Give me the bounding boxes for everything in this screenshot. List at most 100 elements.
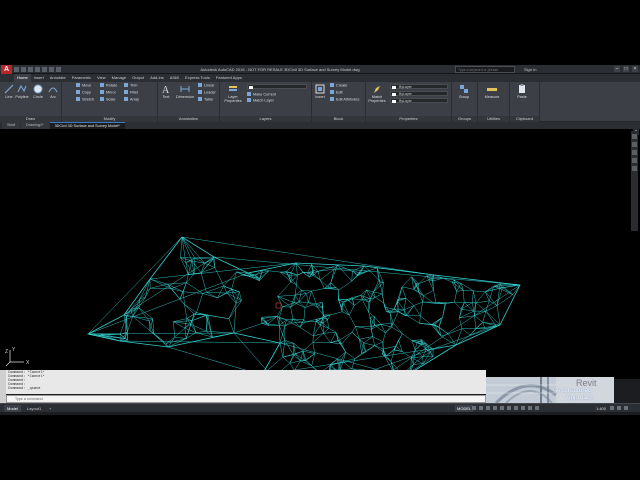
- open-icon[interactable]: [21, 67, 26, 72]
- layer-properties-icon: [229, 86, 237, 91]
- utilities-group: Measure Utilities: [478, 82, 510, 122]
- mesh-edge: [297, 272, 303, 276]
- tin-surface-mesh: [86, 236, 521, 379]
- text-button[interactable]: A Text: [158, 84, 174, 99]
- command-input[interactable]: Type a command: [6, 395, 486, 403]
- ortho-icon[interactable]: [486, 406, 490, 410]
- table-button[interactable]: Table: [198, 97, 213, 103]
- orbit-icon[interactable]: [632, 158, 637, 163]
- minimize-icon[interactable]: –: [614, 66, 620, 72]
- annotation-visibility-icon[interactable]: [528, 406, 532, 410]
- undo-icon[interactable]: [49, 67, 54, 72]
- annotation-scale[interactable]: 1:400: [596, 405, 606, 412]
- group-button[interactable]: Group: [456, 84, 472, 99]
- model-space-button[interactable]: MODEL: [455, 405, 474, 412]
- save-icon[interactable]: [28, 67, 33, 72]
- tab-home[interactable]: Home: [14, 74, 31, 82]
- fillet-button[interactable]: Fillet: [124, 90, 138, 96]
- plot-icon[interactable]: [42, 67, 47, 72]
- tab-featured-apps[interactable]: Featured Apps: [213, 74, 245, 82]
- dimension-button[interactable]: Dimension: [175, 84, 195, 99]
- watermark-subtitle-line1: A Structured: [556, 387, 592, 394]
- showmotion-icon[interactable]: [632, 166, 637, 171]
- layer-properties-button[interactable]: Layer Properties: [222, 84, 244, 103]
- drawing-canvas[interactable]: ×: [0, 129, 640, 379]
- snap-icon[interactable]: [479, 406, 483, 410]
- circle-button[interactable]: Circle: [30, 84, 46, 99]
- arc-button[interactable]: Arc: [45, 84, 61, 99]
- trim-button[interactable]: Trim: [124, 83, 137, 89]
- isodraft-icon[interactable]: [500, 406, 504, 410]
- search-input[interactable]: Type a keyword or phrase: [455, 66, 515, 73]
- close-icon[interactable]: ×: [632, 66, 638, 72]
- file-tab-active-drawing[interactable]: 3DCivil 3D Surface and Survey Model*: [49, 122, 125, 129]
- maximize-icon[interactable]: □: [623, 66, 629, 72]
- array-button[interactable]: Array: [124, 97, 139, 103]
- polyline-button[interactable]: Polyline: [14, 84, 30, 99]
- scale-button[interactable]: Scale: [100, 97, 116, 103]
- pan-icon[interactable]: [632, 142, 637, 147]
- leader-button[interactable]: Leader: [198, 90, 216, 96]
- paste-button[interactable]: Paste: [514, 84, 530, 99]
- layer-dropdown[interactable]: [247, 84, 307, 89]
- redo-icon[interactable]: [56, 67, 61, 72]
- tab-parametric[interactable]: Parametric: [69, 74, 94, 82]
- mesh-edge: [482, 311, 487, 323]
- measure-button[interactable]: Measure: [484, 84, 500, 99]
- customize-icon[interactable]: [624, 406, 628, 410]
- sign-in-button[interactable]: Sign In: [524, 67, 536, 72]
- stretch-button[interactable]: Stretch: [76, 97, 94, 103]
- mesh-edge: [475, 291, 486, 304]
- layout1-tab[interactable]: Layout1: [24, 405, 44, 412]
- edit-block-button[interactable]: Edit: [330, 90, 343, 96]
- save-as-icon[interactable]: [35, 67, 40, 72]
- add-layout-icon[interactable]: +: [46, 405, 54, 412]
- tab-express-tools[interactable]: Express Tools: [182, 74, 213, 82]
- make-current-button[interactable]: Make Current: [247, 92, 276, 98]
- file-tab-start[interactable]: Start: [2, 122, 21, 129]
- isolate-objects-icon[interactable]: [617, 406, 621, 410]
- tab-view[interactable]: View: [94, 74, 109, 82]
- mesh-edge: [228, 318, 235, 334]
- tab-a360[interactable]: A360: [167, 74, 182, 82]
- rotate-button[interactable]: Rotate: [100, 83, 117, 89]
- object-snap-icon[interactable]: [514, 406, 518, 410]
- application-menu-button[interactable]: A: [1, 65, 12, 74]
- create-block-button[interactable]: Create: [330, 83, 347, 89]
- auto-scale-icon[interactable]: [535, 406, 539, 410]
- mirror-button[interactable]: Mirror: [100, 90, 116, 96]
- new-icon[interactable]: [14, 67, 19, 72]
- tab-manage[interactable]: Manage: [109, 74, 129, 82]
- mesh-edge: [166, 338, 187, 344]
- workspace-icon[interactable]: [610, 406, 614, 410]
- object-snap-tracking-icon[interactable]: [507, 406, 511, 410]
- full-navigation-wheel-icon[interactable]: [632, 134, 637, 139]
- edit-attributes-button[interactable]: Edit Attributes: [330, 97, 359, 103]
- mesh-edge: [461, 328, 471, 336]
- zoom-extents-icon[interactable]: [632, 150, 637, 155]
- insert-button[interactable]: Insert: [312, 84, 328, 99]
- mesh-edge: [475, 300, 490, 304]
- dimension-icon: [180, 86, 190, 92]
- polar-icon[interactable]: [493, 406, 497, 410]
- mesh-edge: [341, 306, 350, 316]
- file-tab-drawing1[interactable]: Drawing1*: [21, 122, 49, 129]
- copy-button[interactable]: Copy: [76, 90, 91, 96]
- match-properties-button[interactable]: Match Properties: [367, 84, 387, 103]
- mesh-edge: [183, 282, 187, 292]
- linear-button[interactable]: Linear: [198, 83, 215, 89]
- tab-add-ins[interactable]: Add-ins: [147, 74, 167, 82]
- mesh-edge: [401, 276, 412, 287]
- move-button[interactable]: Move: [76, 83, 91, 89]
- lineweight-icon[interactable]: [521, 406, 525, 410]
- grid-icon[interactable]: [472, 406, 476, 410]
- color-dropdown[interactable]: ByLayer: [390, 84, 448, 89]
- tab-output[interactable]: Output: [129, 74, 147, 82]
- model-layout-tab[interactable]: Model: [4, 405, 21, 412]
- tab-annotate[interactable]: Annotate: [47, 74, 69, 82]
- lineweight-dropdown[interactable]: ByLayer: [390, 98, 448, 103]
- tab-insert[interactable]: Insert: [31, 74, 47, 82]
- quick-access-toolbar: [14, 66, 61, 73]
- match-layer-button[interactable]: Match Layer: [247, 98, 274, 104]
- linetype-dropdown[interactable]: ByLayer: [390, 91, 448, 96]
